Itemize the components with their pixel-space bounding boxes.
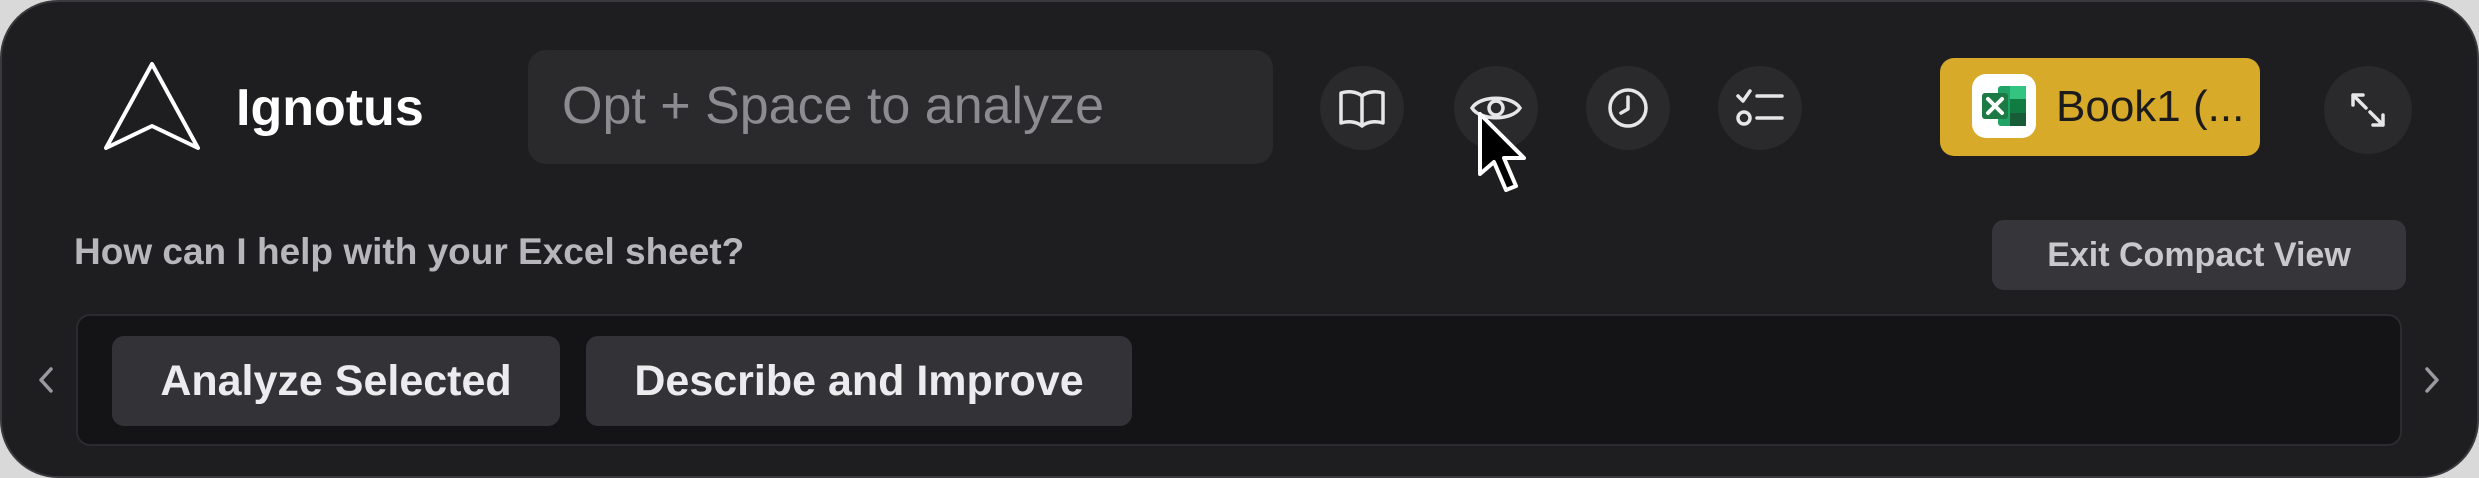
scroll-left-button[interactable] — [26, 354, 66, 406]
clock-icon — [1608, 88, 1648, 128]
excel-icon — [1972, 74, 2036, 138]
library-button[interactable] — [1320, 66, 1404, 150]
file-name: Book1 (... — [2056, 82, 2245, 131]
checklist-icon — [1736, 89, 1784, 126]
ignotus-logo-icon — [104, 62, 200, 150]
tasks-button[interactable] — [1718, 66, 1802, 150]
book-icon — [1339, 90, 1385, 128]
suggestion-bar: Analyze Selected Describe and Improve — [76, 314, 2402, 446]
chevron-right-icon — [2425, 367, 2439, 393]
app-name: Ignotus — [236, 79, 424, 137]
expand-button[interactable] — [2324, 66, 2412, 154]
ignotus-compact-panel: Ignotus Opt + Space to analyze Book1 (..… — [0, 0, 2479, 478]
expand-icon — [2351, 93, 2385, 127]
exit-compact-view-button[interactable]: Exit Compact View — [1992, 220, 2406, 290]
active-file-button[interactable]: Book1 (... — [1940, 58, 2260, 156]
suggestion-describe-improve[interactable]: Describe and Improve — [586, 336, 1132, 426]
mouse-cursor-icon — [1478, 112, 1526, 192]
scroll-right-button[interactable] — [2412, 354, 2452, 406]
suggestion-analyze-selected[interactable]: Analyze Selected — [112, 336, 560, 426]
help-prompt: How can I help with your Excel sheet? — [74, 231, 745, 272]
history-button[interactable] — [1586, 66, 1670, 150]
chevron-left-icon — [39, 367, 53, 393]
search-input[interactable]: Opt + Space to analyze — [528, 50, 1273, 164]
search-placeholder: Opt + Space to analyze — [562, 77, 1105, 135]
